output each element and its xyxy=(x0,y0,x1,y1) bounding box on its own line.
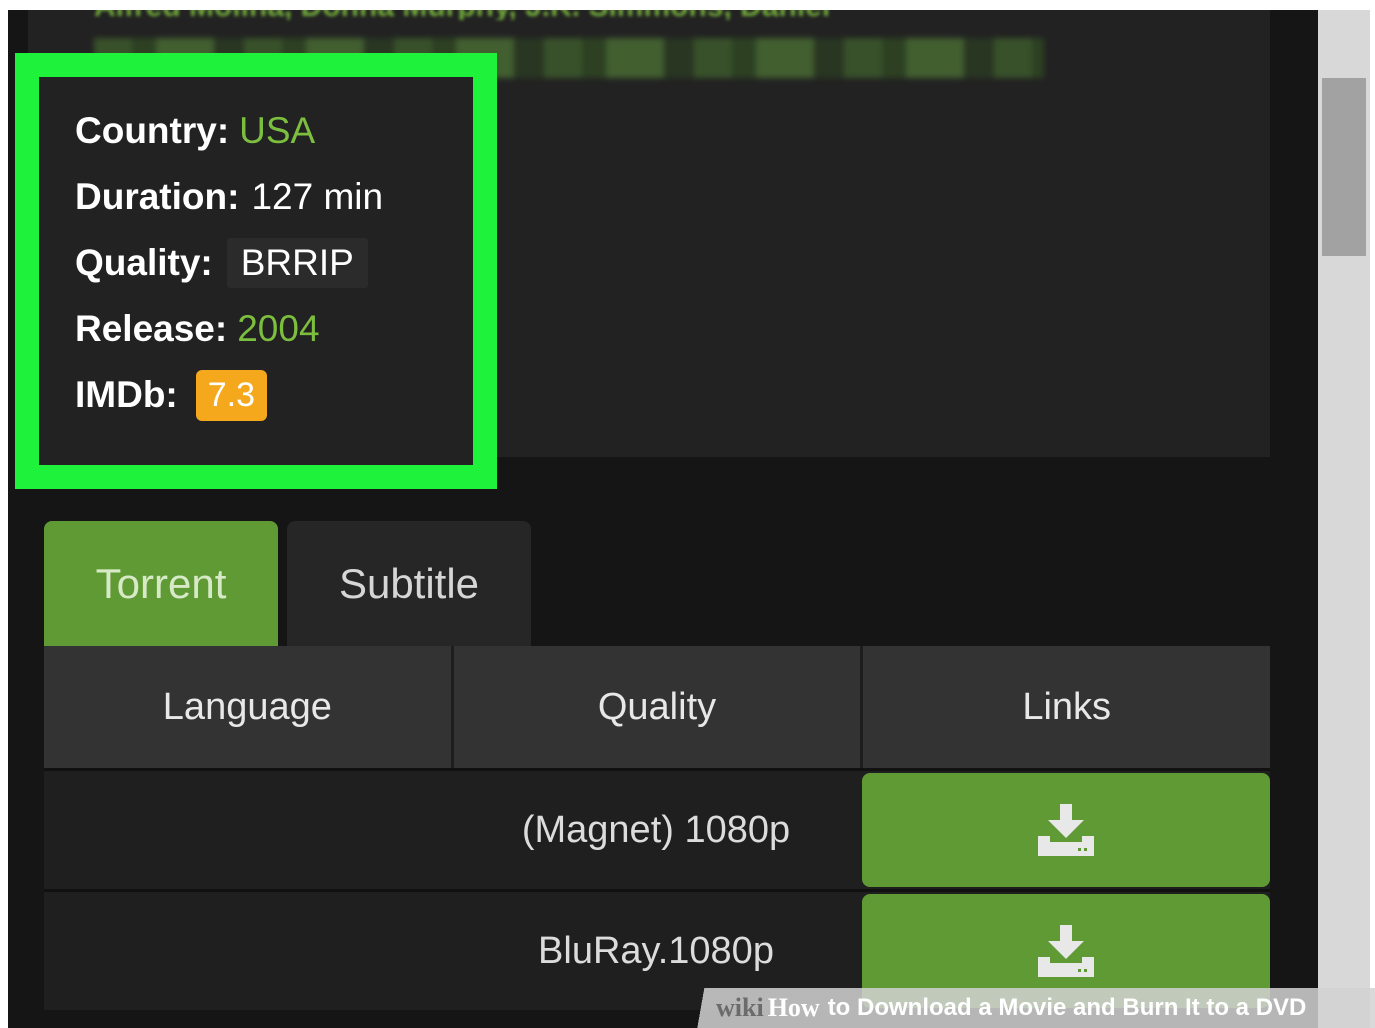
movie-info: Country: USA Duration: 127 min Quality: … xyxy=(75,98,383,428)
duration-label: Duration: xyxy=(75,176,240,217)
table-header: Language Quality Links xyxy=(44,646,1270,768)
scrollbar-thumb[interactable] xyxy=(1322,78,1366,256)
country-label: Country: xyxy=(75,110,230,151)
quality-row: Quality: BRRIP xyxy=(75,230,383,296)
download-button[interactable] xyxy=(862,773,1270,887)
column-header-links: Links xyxy=(1022,685,1112,728)
watermark-title: to Download a Movie and Burn It to a DVD xyxy=(827,994,1307,1021)
quality-cell: (Magnet) 1080p xyxy=(521,808,791,851)
vertical-scrollbar[interactable] xyxy=(1318,10,1370,1028)
links-table: Language Quality Links (Magnet) 1080p Bl… xyxy=(44,646,1270,1010)
browser-viewport: Alfred Molina, Donna Murphy, J.K. Simmon… xyxy=(8,10,1370,1028)
quality-label: Quality: xyxy=(75,242,213,283)
wikihow-watermark: wiki How to Download a Movie and Burn It… xyxy=(682,988,1375,1028)
duration-value: 127 min xyxy=(251,176,384,217)
quality-chip: BRRIP xyxy=(226,238,368,288)
watermark-how: How xyxy=(767,993,820,1022)
column-header-quality: Quality xyxy=(454,646,864,768)
download-icon xyxy=(1038,925,1094,977)
tab-torrent[interactable]: Torrent xyxy=(44,521,278,647)
release-link[interactable]: 2004 xyxy=(237,308,319,350)
imdb-rating-badge: 7.3 xyxy=(195,369,268,421)
download-icon xyxy=(1038,804,1094,856)
imdb-row: IMDb: 7.3 xyxy=(75,362,383,428)
country-link[interactable]: USA xyxy=(239,110,315,152)
watermark-wiki: wiki xyxy=(716,993,764,1022)
tab-subtitle[interactable]: Subtitle xyxy=(287,521,531,647)
release-row: Release: 2004 xyxy=(75,296,383,362)
country-row: Country: USA xyxy=(75,98,383,164)
imdb-label: IMDb: xyxy=(75,374,178,415)
release-label: Release: xyxy=(75,308,228,349)
column-header-language: Language xyxy=(44,646,454,768)
table-row: (Magnet) 1080p xyxy=(44,768,1270,889)
cast-list[interactable]: Alfred Molina, Donna Murphy, J.K. Simmon… xyxy=(94,10,1134,20)
duration-row: Duration: 127 min xyxy=(75,164,383,230)
